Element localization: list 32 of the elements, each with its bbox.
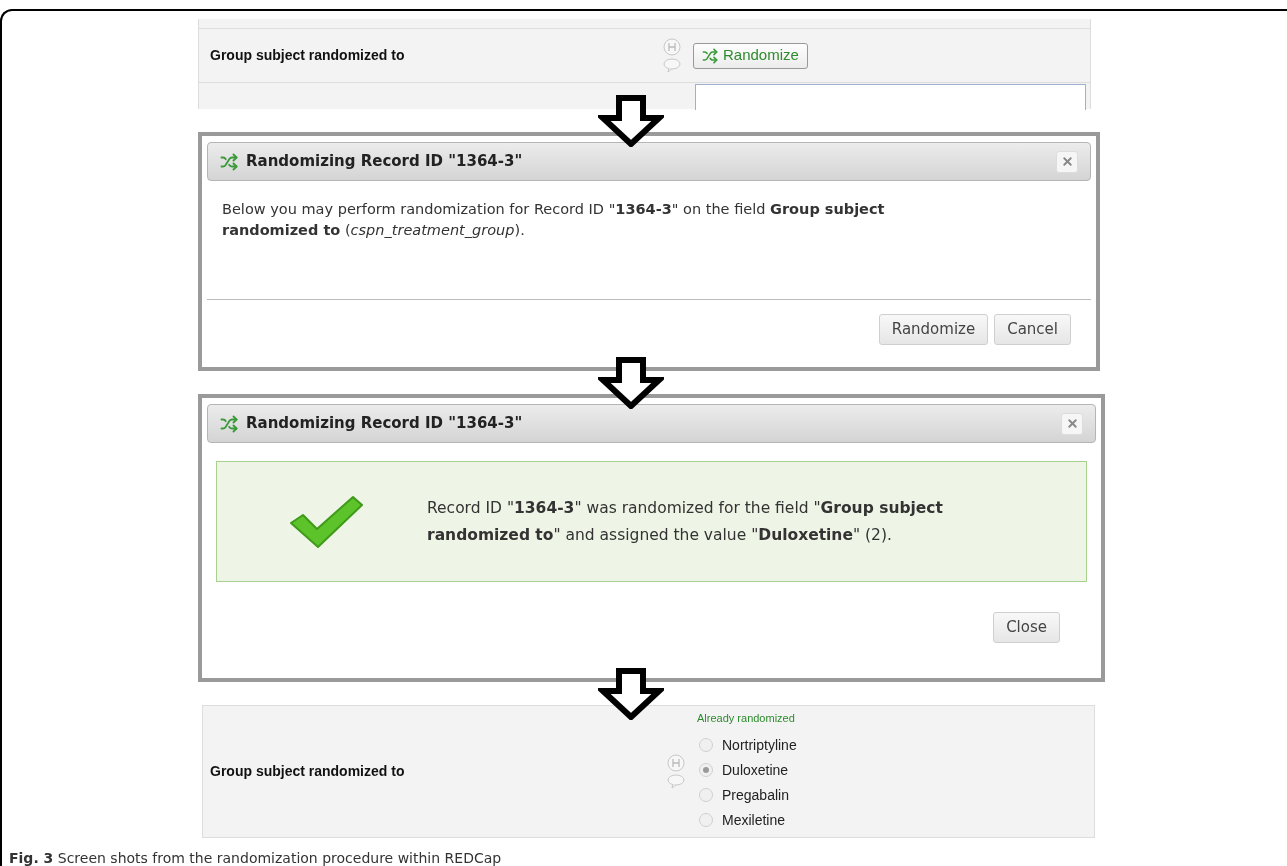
option-label: Mexiletine bbox=[722, 810, 786, 830]
option-label: Duloxetine bbox=[722, 760, 789, 780]
dialog-message: Below you may perform randomization for Record ID "1364-3" on the field Group subject randomized to (cspn_treatment_group). bbox=[221, 200, 886, 240]
close-icon bbox=[1065, 417, 1079, 430]
field-label: Group subject randomized to bbox=[209, 46, 406, 65]
dialog-title: Randomizing Record ID "1364-3" bbox=[246, 151, 523, 173]
option-label: Pregabalin bbox=[722, 785, 789, 805]
text-input[interactable] bbox=[695, 84, 1086, 110]
option-label: Nortriptyline bbox=[722, 735, 797, 755]
randomize-button[interactable]: Randomize bbox=[693, 42, 808, 69]
close-button[interactable] bbox=[1056, 150, 1078, 173]
success-message: Record ID "1364-3" was randomized for the field "Group subject randomized to" and assigned the value "Duloxetine" (2). bbox=[427, 497, 944, 546]
radio-button[interactable] bbox=[699, 788, 713, 803]
comment-bubble-icon[interactable] bbox=[667, 774, 685, 789]
field-label: Group subject randomized to bbox=[209, 762, 406, 781]
radio-button[interactable] bbox=[699, 763, 713, 778]
help-circle-icon[interactable] bbox=[663, 38, 681, 56]
comment-bubble-icon[interactable] bbox=[663, 58, 681, 73]
dialog-button[interactable]: Close bbox=[993, 612, 1060, 643]
dialog-button[interactable]: Cancel bbox=[994, 314, 1071, 345]
shuffle-icon bbox=[220, 414, 238, 433]
figure-caption: Fig. 3 Screen shots from the randomization procedure within REDCap bbox=[8, 849, 503, 866]
close-icon bbox=[1060, 155, 1074, 168]
close-button[interactable] bbox=[1061, 412, 1083, 435]
dialog-button[interactable]: Randomize bbox=[878, 314, 989, 345]
status-note: Already randomized bbox=[697, 711, 796, 727]
dialog-title: Randomizing Record ID "1364-3" bbox=[246, 413, 523, 435]
radio-button[interactable] bbox=[699, 813, 713, 828]
shuffle-icon bbox=[220, 152, 238, 171]
radio-button[interactable] bbox=[699, 738, 713, 753]
help-circle-icon[interactable] bbox=[667, 754, 685, 772]
shuffle-icon bbox=[702, 47, 718, 64]
